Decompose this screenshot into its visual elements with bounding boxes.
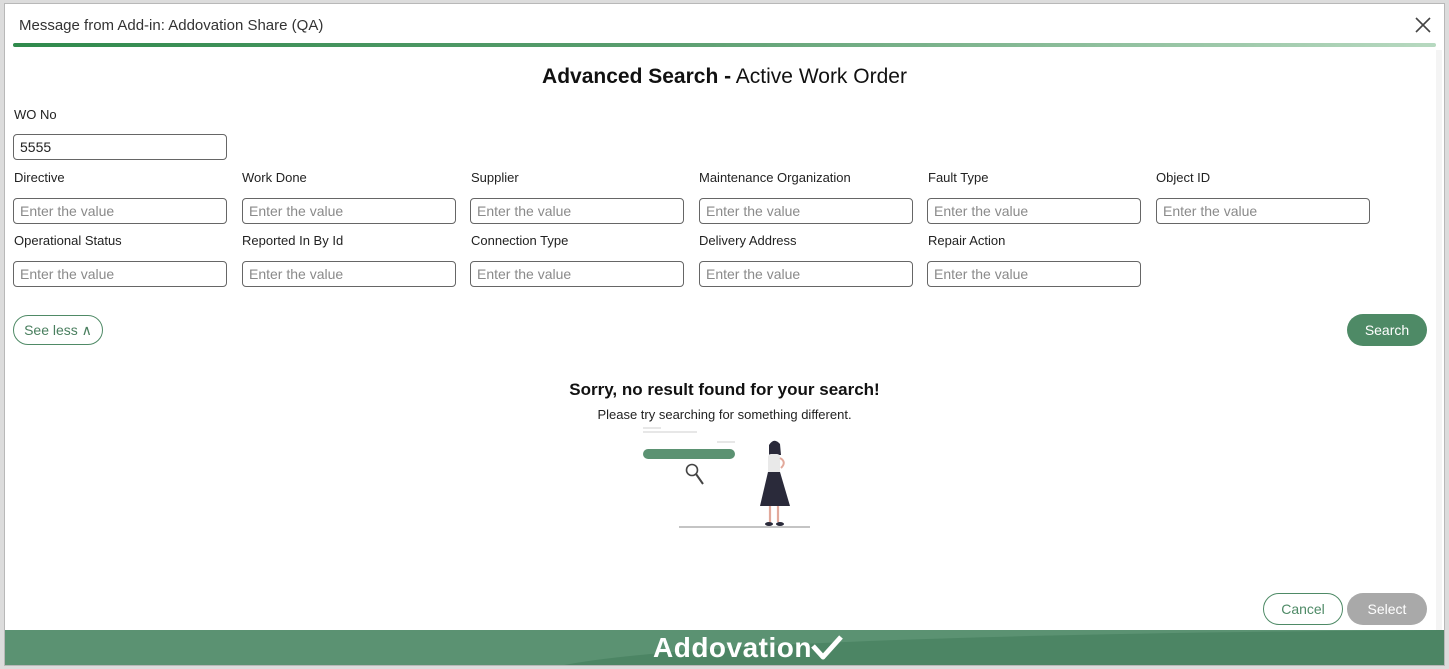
dialog-title: Message from Add-in: Addovation Share (Q… — [19, 17, 324, 34]
maintenance-organization-label: Maintenance Organization — [699, 170, 851, 185]
accent-bar — [13, 43, 1436, 47]
dialog-window: Message from Add-in: Addovation Share (Q… — [4, 3, 1445, 666]
brand-logo-text: Addovation — [653, 632, 812, 663]
fault-type-input[interactable] — [927, 198, 1141, 224]
supplier-label: Supplier — [471, 170, 519, 185]
connection-type-input[interactable] — [470, 261, 684, 287]
page-title: Advanced Search - Active Work Order — [5, 65, 1444, 89]
see-less-button[interactable]: See less ∧ — [13, 315, 103, 345]
wo-no-label: WO No — [14, 107, 57, 122]
scrollbar[interactable] — [1436, 50, 1442, 632]
no-result-title: Sorry, no result found for your search! — [569, 380, 880, 399]
object-id-input[interactable] — [1156, 198, 1370, 224]
page-title-rest: Active Work Order — [735, 65, 907, 88]
reported-in-by-id-input[interactable] — [242, 261, 456, 287]
fault-type-label: Fault Type — [928, 170, 989, 185]
supplier-input[interactable] — [470, 198, 684, 224]
page-title-bold: Advanced Search - — [542, 65, 732, 88]
repair-action-label: Repair Action — [928, 233, 1006, 248]
select-button[interactable]: Select — [1347, 593, 1427, 625]
operational-status-label: Operational Status — [14, 233, 122, 248]
maintenance-organization-input[interactable] — [699, 198, 913, 224]
cancel-button[interactable]: Cancel — [1263, 593, 1343, 625]
connection-type-label: Connection Type — [471, 233, 569, 248]
close-icon[interactable] — [1410, 12, 1436, 38]
checkmark-icon — [811, 635, 843, 660]
operational-status-input[interactable] — [13, 261, 227, 287]
delivery-address-input[interactable] — [699, 261, 913, 287]
work-done-label: Work Done — [242, 170, 307, 185]
dialog-titlebar: Message from Add-in: Addovation Share (Q… — [5, 4, 1444, 44]
no-results-illustration — [643, 427, 810, 528]
directive-input[interactable] — [13, 198, 227, 224]
reported-in-by-id-label: Reported In By Id — [242, 233, 344, 248]
repair-action-input[interactable] — [927, 261, 1141, 287]
no-result-subtitle: Please try searching for something diffe… — [597, 407, 852, 422]
search-button[interactable]: Search — [1347, 314, 1427, 346]
directive-label: Directive — [14, 170, 65, 185]
wo-no-input[interactable] — [13, 134, 227, 160]
footer-banner: Addovation — [5, 630, 1444, 665]
work-done-input[interactable] — [242, 198, 456, 224]
delivery-address-label: Delivery Address — [699, 233, 797, 248]
object-id-label: Object ID — [1156, 170, 1211, 185]
